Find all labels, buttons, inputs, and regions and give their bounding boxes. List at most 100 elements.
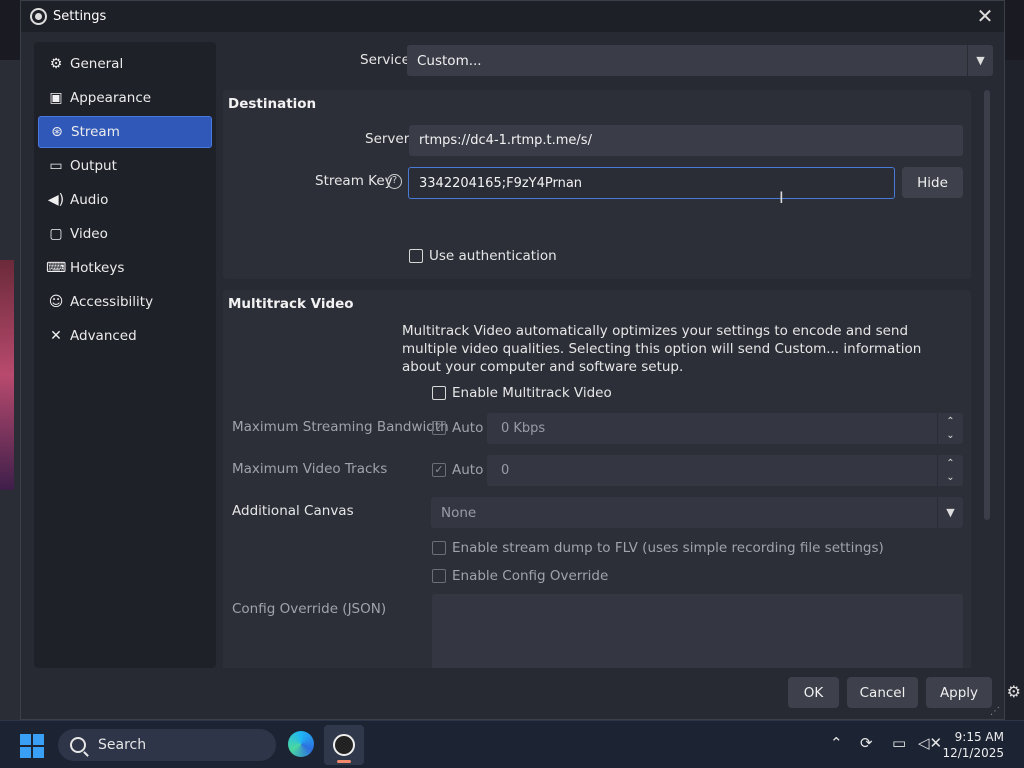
chevron-up-icon[interactable]: ⌃ <box>830 734 843 752</box>
max-bandwidth-value: 0 Kbps <box>501 421 546 436</box>
clock-date: 12/1/2025 <box>942 746 1004 760</box>
sidebar-item-label: Appearance <box>70 90 152 106</box>
accessibility-icon: ☺ <box>48 294 64 310</box>
stream-key-field-value: 3342204165;F9zY4Prnan <box>419 175 583 191</box>
service-label: Service <box>360 52 410 68</box>
window-title: Settings <box>53 9 107 24</box>
additional-canvas-select[interactable]: None ▼ <box>431 497 963 528</box>
use-authentication-checkbox[interactable] <box>409 249 423 263</box>
sidebar-item-video[interactable]: ▢ Video <box>38 218 212 250</box>
monitor-output-icon: ▭ <box>49 158 63 174</box>
sidebar-item-label: General <box>70 56 124 72</box>
sidebar-item-label: Accessibility <box>70 294 154 310</box>
sync-icon[interactable]: ⟳ <box>860 734 873 752</box>
max-bandwidth-auto-checkbox[interactable]: ✓ <box>432 421 446 435</box>
config-override-label: Enable Config Override <box>452 568 609 584</box>
max-bandwidth-spinbox[interactable]: 0 Kbps ⌃ ⌄ <box>487 413 963 444</box>
help-icon[interactable]: ? <box>387 174 402 189</box>
settings-window: Settings ✕ ⚙ General ▣ Appearance ⊛ Stre… <box>20 0 1005 720</box>
sidebar-item-appearance[interactable]: ▣ Appearance <box>38 82 212 114</box>
spinner-arrows-icon[interactable]: ⌃ ⌄ <box>937 455 963 486</box>
sidebar-item-advanced[interactable]: ✕ Advanced <box>38 320 212 352</box>
settings-sidebar: ⚙ General ▣ Appearance ⊛ Stream ▭ Output… <box>34 42 216 668</box>
enable-multitrack-checkbox[interactable] <box>432 386 446 400</box>
chevron-down-icon: ▼ <box>937 497 963 528</box>
obs-logo-icon <box>30 8 47 25</box>
background-app-right-edge: ⚙ <box>1002 60 1024 720</box>
sidebar-item-accessibility[interactable]: ☺ Accessibility <box>38 286 212 318</box>
apply-button[interactable]: Apply <box>926 677 992 708</box>
sidebar-item-label: Advanced <box>70 328 137 344</box>
antenna-icon: ⊛ <box>51 124 63 140</box>
search-icon <box>70 737 86 753</box>
server-field[interactable]: rtmps://dc4-1.rtmp.t.me/s/ <box>409 125 963 156</box>
sidebar-item-label: Hotkeys <box>70 260 125 276</box>
sidebar-item-stream[interactable]: ⊛ Stream <box>38 116 212 148</box>
additional-canvas-value: None <box>441 504 477 521</box>
config-override-checkbox[interactable] <box>432 569 446 583</box>
clock-time: 9:15 AM <box>954 730 1004 744</box>
chevron-down-icon: ▼ <box>967 45 993 76</box>
taskbar: Search ⌃ ⟳ ▭ ◁✕ 9:15 AM 12/1/2025 <box>0 720 1024 768</box>
sidebar-item-hotkeys[interactable]: ⌨ Hotkeys <box>38 252 212 284</box>
speaker-icon: ◀) <box>47 192 65 208</box>
max-tracks-value: 0 <box>501 463 510 478</box>
service-select-value: Custom... <box>417 52 482 69</box>
background-gear-icon[interactable]: ⚙ <box>1007 682 1021 701</box>
screen-icon: ▢ <box>49 226 63 242</box>
stream-key-field[interactable]: 3342204165;F9zY4Prnan <box>408 167 895 199</box>
keyboard-icon: ⌨ <box>46 260 67 276</box>
ok-button[interactable]: OK <box>788 677 839 708</box>
obs-taskbar-icon[interactable] <box>324 725 364 765</box>
max-tracks-auto-checkbox[interactable]: ✓ <box>432 463 446 477</box>
gear-icon: ⚙ <box>49 56 63 72</box>
max-bandwidth-label: Maximum Streaming Bandwidth <box>232 419 449 435</box>
sidebar-item-audio[interactable]: ◀) Audio <box>38 184 212 216</box>
edge-browser-icon[interactable] <box>288 731 314 757</box>
server-field-value: rtmps://dc4-1.rtmp.t.me/s/ <box>419 133 592 148</box>
title-bar: Settings ✕ <box>21 1 1004 32</box>
max-tracks-spinbox[interactable]: 0 ⌃ ⌄ <box>487 455 963 486</box>
max-bandwidth-auto-label: Auto <box>452 420 484 436</box>
taskbar-clock[interactable]: 9:15 AM 12/1/2025 <box>942 729 1004 761</box>
max-tracks-label: Maximum Video Tracks <box>232 461 388 477</box>
additional-canvas-label: Additional Canvas <box>232 503 354 519</box>
destination-title: Destination <box>228 96 317 112</box>
destination-group: Destination Server rtmps://dc4-1.rtmp.t.… <box>223 90 971 279</box>
stream-key-label: Stream Key <box>315 173 393 189</box>
background-preview-glow <box>0 260 14 490</box>
config-json-textarea[interactable] <box>432 594 963 668</box>
panel-scrollbar[interactable] <box>984 90 992 668</box>
sidebar-item-label: Output <box>70 158 117 174</box>
stream-dump-checkbox[interactable] <box>432 541 446 555</box>
multitrack-video-group: Multitrack Video Multitrack Video automa… <box>223 290 971 668</box>
max-tracks-auto-label: Auto <box>452 462 484 478</box>
background-app-left-edge <box>0 60 22 720</box>
config-json-label: Config Override (JSON) <box>232 601 387 617</box>
scrollbar-thumb[interactable] <box>984 90 990 520</box>
sidebar-item-output[interactable]: ▭ Output <box>38 150 212 182</box>
palette-icon: ▣ <box>49 90 63 106</box>
hide-button[interactable]: Hide <box>902 167 963 198</box>
resize-grip-icon[interactable]: ⋰ <box>990 706 1000 717</box>
taskbar-search-label: Search <box>98 737 147 753</box>
cancel-button[interactable]: Cancel <box>847 677 918 708</box>
wrench-icon: ✕ <box>50 328 62 344</box>
stream-settings-panel: Service Custom... ▼ Destination Server r… <box>221 42 993 668</box>
multitrack-title: Multitrack Video <box>228 296 354 312</box>
stream-dump-label: Enable stream dump to FLV (uses simple r… <box>452 540 884 556</box>
close-icon[interactable]: ✕ <box>974 4 996 28</box>
multitrack-description: Multitrack Video automatically optimizes… <box>402 323 922 375</box>
use-authentication-label: Use authentication <box>429 248 557 264</box>
sidebar-item-label: Stream <box>71 124 120 140</box>
text-cursor-icon: I <box>779 188 784 207</box>
display-icon[interactable]: ▭ <box>892 734 906 752</box>
sidebar-item-label: Video <box>70 226 108 242</box>
taskbar-search[interactable]: Search <box>58 729 276 761</box>
spinner-arrows-icon[interactable]: ⌃ ⌄ <box>937 413 963 444</box>
windows-start-icon[interactable] <box>20 734 44 758</box>
speaker-muted-icon[interactable]: ◁✕ <box>918 734 942 752</box>
sidebar-item-general[interactable]: ⚙ General <box>38 48 212 80</box>
service-select[interactable]: Custom... ▼ <box>407 45 993 76</box>
server-label: Server <box>365 131 410 147</box>
